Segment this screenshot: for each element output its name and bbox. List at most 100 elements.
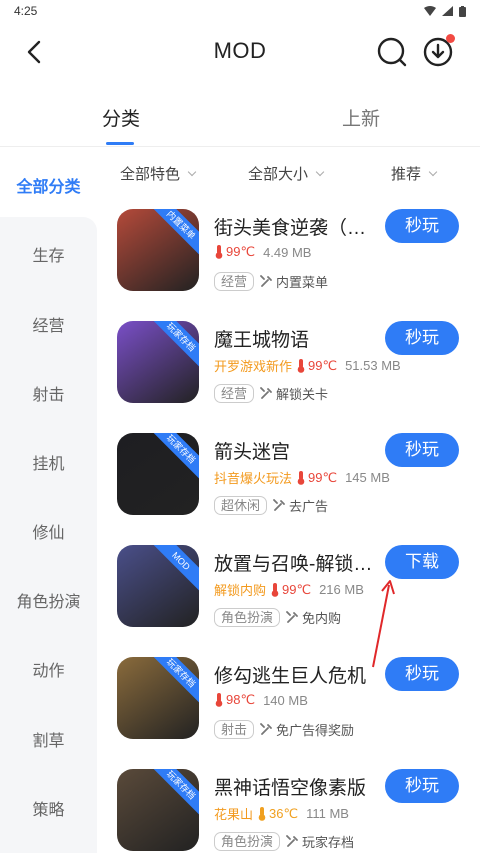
app-list-item[interactable]: 玩家存档 箭头迷宫 抖音爆火玩法 99℃ 145 MB 超休闲 去广告 秒玩 <box>97 421 480 533</box>
sidebar-item-shooter[interactable]: 射击 <box>0 381 97 405</box>
wifi-icon <box>424 6 436 16</box>
sidebar-item-idle[interactable]: 挂机 <box>0 450 97 474</box>
app-meta: 98℃ 140 MB <box>214 692 308 708</box>
wrench-icon <box>286 835 298 847</box>
app-icon-ribbon: 玩家存档 <box>147 769 199 819</box>
download-manager-button[interactable] <box>422 34 455 68</box>
heat-value: 99℃ <box>226 244 256 259</box>
app-name[interactable]: 箭头迷宫 <box>214 437 384 464</box>
mod-feature-label: 内置菜单 <box>276 275 329 290</box>
wrench-icon <box>260 275 272 287</box>
app-name[interactable]: 黑神话悟空像素版 <box>214 773 384 800</box>
sidebar-item-action[interactable]: 动作 <box>0 657 97 681</box>
app-icon[interactable]: 玩家存档 <box>117 433 199 515</box>
app-name[interactable]: 修勾逃生巨人危机 <box>214 661 384 688</box>
app-tags: 经营 解锁关卡 <box>214 384 328 403</box>
search-button[interactable] <box>376 36 408 68</box>
app-tags: 角色扮演 玩家存档 <box>214 832 354 851</box>
filter-size-label: 全部大小 <box>248 166 309 183</box>
thermometer-icon <box>258 806 266 821</box>
mod-feature: 玩家存档 <box>286 832 354 851</box>
app-icon[interactable]: 内置菜单 <box>117 209 199 291</box>
status-time: 4:25 <box>14 4 38 18</box>
category-tag: 经营 <box>214 384 255 403</box>
heat-indicator: 99℃ <box>214 244 255 260</box>
app-icon[interactable]: 玩家存档 <box>117 769 199 851</box>
chevron-down-icon <box>428 167 438 176</box>
play-button[interactable]: 秒玩 <box>385 769 459 803</box>
header: MOD <box>0 22 480 82</box>
thermometer-icon <box>271 582 279 597</box>
app-icon-ribbon: 玩家存档 <box>147 321 199 371</box>
play-button[interactable]: 秒玩 <box>385 321 459 355</box>
filter-sort[interactable]: 推荐 <box>391 163 438 184</box>
page-title: MOD <box>213 38 267 63</box>
app-list-item[interactable]: 玩家存档 魔王城物语 开罗游戏新作 99℃ 51.53 MB 经营 解锁关卡 秒… <box>97 309 480 421</box>
thermometer-icon <box>297 358 305 373</box>
file-size: 140 MB <box>263 692 308 708</box>
download-button[interactable]: 下载 <box>385 545 459 579</box>
thermometer-icon <box>215 245 223 259</box>
signal-icon <box>442 6 453 16</box>
mod-feature-label: 去广告 <box>289 499 329 514</box>
heat-value: 99℃ <box>282 581 312 597</box>
tab-category[interactable]: 分类 <box>102 104 140 131</box>
sidebar-item-strategy[interactable]: 策略 <box>0 796 97 820</box>
app-tags: 超休闲 去广告 <box>214 496 328 515</box>
chevron-down-icon <box>315 167 325 176</box>
sidebar-item-survival[interactable]: 生存 <box>0 242 97 266</box>
sidebar-item-all[interactable]: 全部分类 <box>0 173 97 197</box>
mod-feature: 免广告得奖励 <box>260 720 354 739</box>
app-tags: 角色扮演 免内购 <box>214 608 341 627</box>
status-bar: 4:25 <box>0 0 480 22</box>
sidebar-item-rpg[interactable]: 角色扮演 <box>0 588 97 612</box>
app-name[interactable]: 放置与召唤-解锁内购 <box>214 549 384 576</box>
app-meta: 抖音爆火玩法 99℃ 145 MB <box>214 468 390 487</box>
sidebar-item-management[interactable]: 经营 <box>0 312 97 336</box>
thermometer-icon <box>297 470 305 485</box>
mod-feature-label: 玩家存档 <box>302 835 355 850</box>
heat-indicator: 99℃ <box>270 582 311 598</box>
category-tag: 角色扮演 <box>214 832 281 851</box>
app-name[interactable]: 街头美食逆袭（内置菜单） <box>214 213 384 240</box>
wrench-icon <box>260 387 272 399</box>
sidebar-item-mowing[interactable]: 割草 <box>0 727 97 751</box>
category-tag: 角色扮演 <box>214 608 281 627</box>
play-button[interactable]: 秒玩 <box>385 657 459 691</box>
category-tag: 经营 <box>214 272 255 291</box>
app-meta: 解锁内购 99℃ 216 MB <box>214 580 364 599</box>
sidebar-item-cultivation[interactable]: 修仙 <box>0 519 97 543</box>
app-icon[interactable]: 玩家存档 <box>117 657 199 739</box>
app-tags: 射击 免广告得奖励 <box>214 720 354 739</box>
app-tags: 经营 内置菜单 <box>214 272 328 291</box>
tab-new[interactable]: 上新 <box>342 104 380 131</box>
heat-value: 99℃ <box>308 469 338 485</box>
filter-size[interactable]: 全部大小 <box>248 163 325 184</box>
wrench-icon <box>260 723 272 735</box>
wrench-icon <box>286 611 298 623</box>
filter-feature[interactable]: 全部特色 <box>120 163 197 184</box>
heat-indicator: 99℃ <box>296 358 337 374</box>
play-button[interactable]: 秒玩 <box>385 433 459 467</box>
category-tag: 射击 <box>214 720 255 739</box>
filter-sort-label: 推荐 <box>391 166 422 183</box>
file-size: 51.53 MB <box>345 358 401 373</box>
heat-value: 98℃ <box>226 692 256 707</box>
file-size: 145 MB <box>345 470 390 485</box>
heat-indicator: 99℃ <box>296 470 337 486</box>
promo-text: 解锁内购 <box>214 583 267 598</box>
mod-feature: 免内购 <box>286 608 341 627</box>
app-icon[interactable]: MOD <box>117 545 199 627</box>
app-icon[interactable]: 玩家存档 <box>117 321 199 403</box>
app-list-item[interactable]: 内置菜单 街头美食逆袭（内置菜单） 99℃ 4.49 MB 经营 内置菜单 秒玩 <box>97 197 480 309</box>
app-name[interactable]: 魔王城物语 <box>214 325 384 352</box>
app-list: 内置菜单 街头美食逆袭（内置菜单） 99℃ 4.49 MB 经营 内置菜单 秒玩 <box>97 197 480 853</box>
play-button[interactable]: 秒玩 <box>385 209 459 243</box>
file-size: 111 MB <box>306 806 349 821</box>
app-list-item[interactable]: 玩家存档 修勾逃生巨人危机 98℃ 140 MB 射击 免广告得奖励 秒玩 <box>97 645 480 757</box>
app-list-item[interactable]: 玩家存档 黑神话悟空像素版 花果山 36℃ 111 MB 角色扮演 玩家存档 秒… <box>97 757 480 853</box>
mod-feature: 解锁关卡 <box>260 384 328 403</box>
heat-indicator: 98℃ <box>214 692 255 708</box>
category-tag: 超休闲 <box>214 496 268 515</box>
app-list-item[interactable]: MOD 放置与召唤-解锁内购 解锁内购 99℃ 216 MB 角色扮演 免内购 … <box>97 533 480 645</box>
